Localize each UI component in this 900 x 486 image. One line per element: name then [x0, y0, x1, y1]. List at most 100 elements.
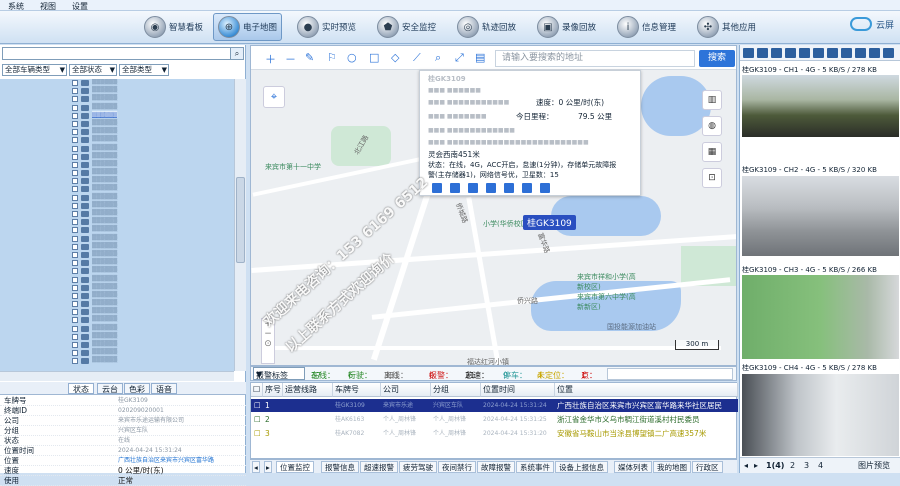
poi-school[interactable]: 来宾市第十一中学 — [265, 162, 335, 172]
tree-checkbox[interactable] — [72, 268, 78, 275]
tree-vehicle-item[interactable]: ▒▒▒▒▒▒ — [0, 316, 234, 324]
tree-vehicle-item[interactable]: ▒▒▒▒▒▒ — [0, 357, 234, 365]
tree-vehicle-item[interactable]: ▒▒▒▒▒▒ — [0, 169, 234, 177]
tab-night-ban[interactable]: 夜间禁行 — [438, 461, 476, 473]
tree-vehicle-item[interactable]: ▒▒▒▒▒▒ — [0, 243, 234, 251]
tree-checkbox[interactable] — [72, 211, 78, 217]
tree-checkbox[interactable] — [72, 284, 78, 291]
tree-checkbox[interactable] — [72, 104, 78, 111]
layer-icon[interactable]: ◍ — [702, 116, 722, 136]
tab-my-map[interactable]: 我的地图 — [653, 461, 691, 473]
nine-layout-icon[interactable] — [785, 48, 796, 58]
screenshot-icon[interactable]: ⊡ — [702, 168, 722, 188]
grid-icon[interactable] — [540, 183, 550, 193]
tree-checkbox[interactable] — [72, 120, 78, 127]
tab-device-report[interactable]: 设备上报信息 — [555, 461, 608, 473]
box-icon[interactable]: ▦ — [702, 142, 722, 162]
vehicle-search-input[interactable]: ⌕ — [2, 47, 244, 60]
tab-ptz[interactable]: 云台 — [97, 383, 123, 394]
tree-vehicle-item[interactable]: ▒▒▒▒▒▒ — [0, 325, 234, 333]
alarm-tag-select[interactable]: 报警标签 ▼ — [253, 367, 305, 380]
tree-vehicle-item[interactable]: ▒▒▒▒▒▒ — [0, 79, 234, 87]
line-draw-icon[interactable]: ⟋ — [413, 51, 421, 65]
track-playback-button[interactable]: ◎ 轨迹回放 — [453, 13, 520, 41]
tab-scroll-left-icon[interactable]: ◂ — [252, 461, 260, 473]
pager-prev-icon[interactable]: ◂ — [744, 458, 748, 474]
speaker-icon[interactable] — [855, 48, 866, 58]
tree-vehicle-item[interactable]: ▒▒▒▒▒▒ — [0, 153, 234, 161]
tree-vehicle-item[interactable]: ▒▒▒▒▒▒ — [0, 210, 234, 218]
rectangle-draw-icon[interactable]: □ — [369, 51, 379, 64]
tree-checkbox[interactable] — [72, 342, 78, 348]
tree-vehicle-item[interactable]: ▒▒▒▒▒▒ — [0, 284, 234, 292]
tree-vehicle-item[interactable]: ▒▒▒▒▒▒ — [0, 218, 234, 226]
tab-scroll-right-icon[interactable]: ▸ — [264, 461, 272, 473]
tree-vehicle-item[interactable]: ▒▒▒▒▒▒ — [0, 161, 234, 169]
tab-district[interactable]: 行政区 — [692, 461, 723, 473]
compass-icon[interactable]: ⊙ — [262, 339, 274, 349]
tab-voice[interactable]: 语音 — [151, 383, 177, 394]
tree-checkbox[interactable] — [72, 260, 78, 267]
polygon-draw-icon[interactable]: ◇ — [391, 51, 399, 64]
zoom-in-icon[interactable]: ＋ — [265, 51, 276, 67]
tree-checkbox[interactable] — [72, 112, 78, 119]
tree-checkbox[interactable] — [72, 96, 78, 103]
doc-icon[interactable] — [450, 183, 460, 193]
tree-vehicle-item[interactable]: ▒▒▒▒▒▒ — [0, 267, 234, 275]
tree-checkbox[interactable] — [72, 137, 78, 144]
table-row[interactable]: ☐ 3 桂AK7082 个人_周林锋 个人_周林锋 2024-04-24 15:… — [251, 427, 738, 440]
locate-icon[interactable]: ⌖ — [263, 86, 285, 108]
page-1[interactable]: 1(4) — [766, 458, 784, 474]
tree-vehicle-item[interactable]: ▒▒▒▒▒▒ — [0, 185, 234, 193]
tree-vehicle-item[interactable]: ▒▒▒▒▒▒ — [0, 111, 234, 120]
play-icon[interactable] — [432, 183, 442, 193]
search-map-icon[interactable]: ⌕ — [435, 51, 441, 65]
tree-vehicle-item[interactable]: ▒▒▒▒▒▒ — [0, 194, 234, 202]
map-button[interactable]: ⊕ 电子地图 — [213, 13, 283, 41]
fullscreen-icon[interactable]: ⤢ — [455, 51, 464, 65]
select-all-checkbox[interactable]: ☐ — [251, 383, 263, 397]
camera-icon[interactable] — [486, 183, 496, 193]
traffic-icon[interactable]: ▥ — [702, 90, 722, 110]
flag-icon[interactable] — [522, 183, 532, 193]
tree-checkbox[interactable] — [72, 292, 78, 299]
tab-alarm-info[interactable]: 报警信息 — [321, 461, 359, 473]
zoom-out-icon[interactable]: － — [285, 51, 296, 67]
row-checkbox[interactable]: ☐ — [254, 399, 261, 412]
tree-checkbox[interactable] — [72, 219, 78, 226]
alarm-filter-field[interactable] — [607, 368, 733, 380]
tree-vehicle-item[interactable]: ▒▒▒▒▒▒ — [0, 177, 234, 185]
tree-vehicle-item[interactable]: ▒▒▒▒▒▒ — [0, 276, 234, 284]
tree-vehicle-item[interactable]: ▒▒▒▒▒▒ — [0, 104, 234, 112]
quad-layout-icon[interactable] — [771, 48, 782, 58]
poi-school[interactable]: 来宾市祥和小学(高新校区) — [577, 272, 637, 292]
tab-fatigue[interactable]: 疲劳驾驶 — [399, 461, 437, 473]
circle-draw-icon[interactable]: ○ — [347, 51, 357, 64]
col-header[interactable]: 运营线路 — [283, 383, 333, 397]
flag-icon[interactable]: ⚐ — [327, 51, 337, 64]
more-icon[interactable] — [883, 48, 894, 58]
tree-scrollbar[interactable] — [234, 79, 246, 371]
vehicle-tree[interactable]: ▒▒▒▒▒▒ ▒▒▒▒▒▒ ▒▒▒▒▒▒ ▒▒▒▒▒▒ ▒▒▒▒▒▒ ▒▒▒▒▒▒ ▒▒▒▒… — [0, 79, 234, 371]
pager-next-icon[interactable]: ▸ — [754, 458, 758, 474]
layout-icon[interactable] — [743, 48, 754, 58]
live-preview-button[interactable]: ● 实时预览 — [293, 13, 360, 41]
tree-vehicle-item[interactable]: ▒▒▒▒▒▒ — [0, 292, 234, 300]
tab-status[interactable]: 状态 — [68, 383, 94, 394]
page-2[interactable]: 2 — [790, 458, 795, 474]
dashboard-button[interactable]: ◉ 智慧看板 — [140, 13, 207, 41]
tree-checkbox[interactable] — [72, 227, 78, 234]
tree-checkbox[interactable] — [72, 251, 78, 258]
other-apps-button[interactable]: ✣ 其他应用 — [693, 13, 760, 41]
vehicle-marker[interactable]: 桂GK3109 — [523, 215, 576, 230]
tree-checkbox[interactable] — [72, 309, 78, 316]
tree-vehicle-item[interactable]: ▒▒▒▒▒▒ — [0, 202, 234, 210]
search-icon[interactable]: ⌕ — [230, 48, 243, 59]
video-channel-1[interactable] — [742, 75, 899, 137]
fullscreen-icon[interactable] — [799, 48, 810, 58]
table-row[interactable]: ☐ 1 桂GK3109 来宾市乐途 兴宾区车队 2024-04-24 15:31… — [251, 399, 738, 412]
video-playback-button[interactable]: ▣ 录像回放 — [533, 13, 600, 41]
tab-media-list[interactable]: 媒体列表 — [614, 461, 652, 473]
tree-checkbox[interactable] — [72, 235, 78, 242]
tree-vehicle-item[interactable]: ▒▒▒▒▒▒ — [0, 87, 234, 95]
